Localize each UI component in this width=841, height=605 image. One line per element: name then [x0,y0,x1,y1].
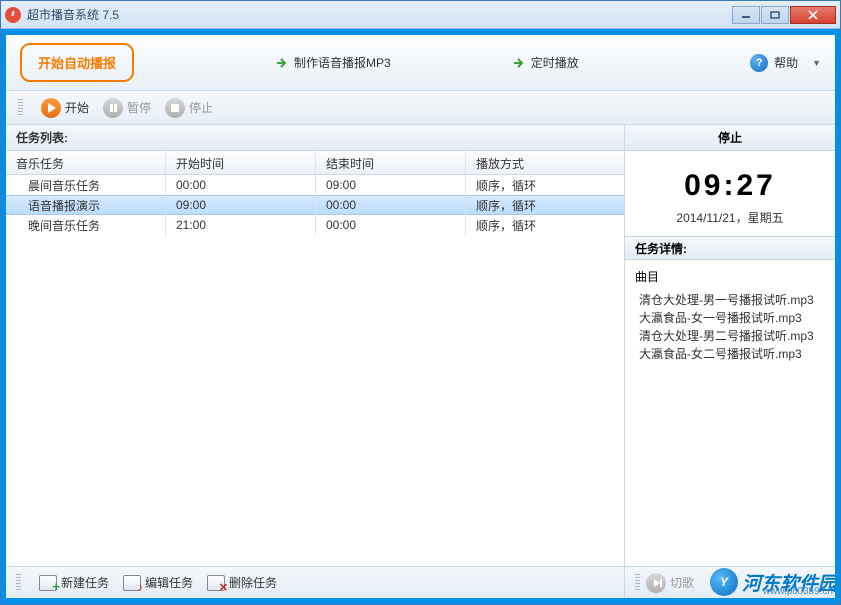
delete-task-icon [207,575,225,591]
grip-icon [18,99,23,117]
table-body: 晨间音乐任务00:0009:00顺序，循环语音播报演示09:0000:00顺序，… [6,175,624,566]
edit-task-icon [123,575,141,591]
timed-play-button[interactable]: 定时播放 [511,54,579,71]
titlebar[interactable]: 超市播音系统 7.5 [1,1,840,29]
new-task-label: 新建任务 [61,574,109,591]
minimize-button[interactable] [732,6,760,24]
grip-icon [16,574,21,592]
track-list: 清仓大处理-男一号播报试听.mp3大瀛食品-女一号播报试听.mp3清仓大处理-男… [635,291,825,363]
frame-body: 开始自动播报 制作语音播报MP3 定时播放 ? 帮助 ▼ [1,29,840,604]
help-button[interactable]: ? 帮助 ▼ [750,54,821,72]
help-icon: ? [750,54,768,72]
status-header: 停止 [625,125,835,151]
left-pane: 任务列表: 音乐任务 开始时间 结束时间 播放方式 晨间音乐任务00:0009:… [6,125,625,598]
watermark: Y 河东软件园 www.pc0359.cn [710,568,835,596]
app-icon [5,7,21,23]
cell-task: 晚间音乐任务 [6,213,166,238]
new-task-icon [39,575,57,591]
close-button[interactable] [790,6,836,24]
help-label: 帮助 [774,54,798,71]
watermark-logo-icon: Y [710,568,738,596]
task-list-header: 任务列表: [6,125,624,151]
track-label: 曲目 [635,268,825,285]
detail-body: 曲目 清仓大处理-男一号播报试听.mp3大瀛食品-女一号播报试听.mp3清仓大处… [625,260,835,371]
track-item: 清仓大处理-男一号播报试听.mp3 [639,291,825,309]
skip-label: 切歌 [670,574,694,591]
app-window: 超市播音系统 7.5 开始自动播报 制作语音播报MP3 定时播放 [0,0,841,605]
skip-button[interactable]: 切歌 [646,573,694,593]
timed-play-label: 定时播放 [531,54,579,71]
make-mp3-label: 制作语音播报MP3 [294,54,391,71]
col-start-time[interactable]: 开始时间 [166,151,316,174]
col-task[interactable]: 音乐任务 [6,151,166,174]
col-end-time[interactable]: 结束时间 [316,151,466,174]
table-row[interactable]: 晚间音乐任务21:0000:00顺序，循环 [6,215,624,235]
watermark-url: www.pc0359.cn [763,586,833,597]
play-icon [41,98,61,118]
cell-start: 21:00 [166,214,316,236]
table-header: 音乐任务 开始时间 结束时间 播放方式 [6,151,624,175]
start-label: 开始 [65,99,89,116]
pause-button[interactable]: 暂停 [103,98,151,118]
clock-time: 09:27 [625,169,835,203]
content-area: 任务列表: 音乐任务 开始时间 结束时间 播放方式 晨间音乐任务00:0009:… [6,125,835,598]
chevron-down-icon: ▼ [812,58,821,68]
detail-header: 任务详情: [625,236,835,260]
edit-task-label: 编辑任务 [145,574,193,591]
clock-date: 2014/11/21，星期五 [625,209,835,226]
stop-icon [165,98,185,118]
cell-end: 00:00 [316,194,466,216]
cell-mode: 顺序，循环 [466,213,624,238]
delete-task-label: 删除任务 [229,574,277,591]
right-pane: 停止 09:27 2014/11/21，星期五 任务详情: 曲目 清仓大处理-男… [625,125,835,598]
col-play-mode[interactable]: 播放方式 [466,151,624,174]
delete-task-button[interactable]: 删除任务 [207,574,277,591]
edit-task-button[interactable]: 编辑任务 [123,574,193,591]
inner-panel: 开始自动播报 制作语音播报MP3 定时播放 ? 帮助 ▼ [6,35,835,598]
track-item: 大瀛食品-女一号播报试听.mp3 [639,309,825,327]
cell-start: 00:00 [166,175,316,196]
track-item: 大瀛食品-女二号播报试听.mp3 [639,345,825,363]
cell-end: 00:00 [316,214,466,236]
new-task-button[interactable]: 新建任务 [39,574,109,591]
track-item: 清仓大处理-男二号播报试听.mp3 [639,327,825,345]
start-button[interactable]: 开始 [41,98,89,118]
task-footer-toolbar: 新建任务 编辑任务 删除任务 [6,566,624,598]
cell-end: 09:00 [316,175,466,196]
playback-toolbar: 开始 暂停 停止 [6,91,835,125]
stop-label: 停止 [189,99,213,116]
pause-icon [103,98,123,118]
stop-button[interactable]: 停止 [165,98,213,118]
cell-start: 09:00 [166,194,316,216]
grip-icon [635,574,640,592]
right-footer: 切歌 Y 河东软件园 www.pc0359.cn [625,566,835,598]
maximize-button[interactable] [761,6,789,24]
arrow-right-icon [511,56,525,70]
make-mp3-button[interactable]: 制作语音播报MP3 [274,54,391,71]
auto-broadcast-button[interactable]: 开始自动播报 [20,43,134,82]
arrow-right-icon [274,56,288,70]
window-title: 超市播音系统 7.5 [27,6,119,23]
pause-label: 暂停 [127,99,151,116]
clock-area: 09:27 2014/11/21，星期五 [625,151,835,236]
top-toolbar: 开始自动播报 制作语音播报MP3 定时播放 ? 帮助 ▼ [6,35,835,91]
skip-icon [646,573,666,593]
